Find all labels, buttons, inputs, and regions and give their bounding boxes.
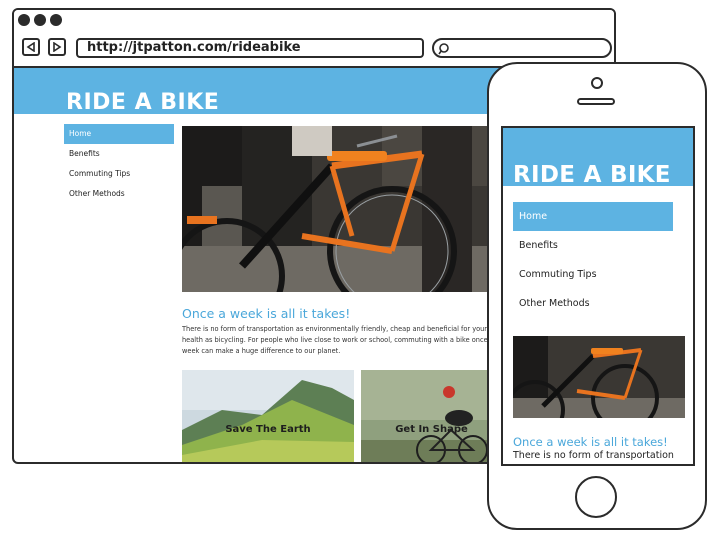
home-button[interactable] [575, 476, 617, 518]
camera-icon [591, 77, 603, 89]
nav-item-commuting-tips[interactable]: Commuting Tips [64, 164, 174, 184]
browser-search-field[interactable] [432, 38, 612, 58]
mobile-nav-item-commuting-tips[interactable]: Commuting Tips [513, 260, 673, 289]
card-label: Save The Earth [225, 424, 311, 435]
mobile-hero-image [513, 336, 685, 418]
mobile-site-title: RIDE A BIKE [513, 162, 671, 188]
nav-item-other-methods[interactable]: Other Methods [64, 184, 174, 204]
site-title: RIDE A BIKE [66, 90, 220, 115]
search-icon [438, 43, 449, 55]
card-get-in-shape[interactable]: Get In Shape [361, 370, 502, 462]
nav-item-benefits[interactable]: Benefits [64, 144, 174, 164]
window-dot-icon[interactable] [18, 14, 30, 26]
mobile-section-headline: Once a week is all it takes! [513, 435, 668, 449]
window-dot-icon[interactable] [34, 14, 46, 26]
forward-button[interactable] [48, 38, 66, 56]
address-bar[interactable]: http://jtpatton.com/rideabike [76, 38, 424, 58]
mobile-nav-item-benefits[interactable]: Benefits [513, 231, 673, 260]
phone-mockup: RIDE A BIKE Home Benefits Commuting Tips… [487, 62, 707, 530]
mobile-nav-item-other-methods[interactable]: Other Methods [513, 289, 673, 318]
mobile-site-header: RIDE A BIKE [503, 128, 693, 188]
window-dot-icon[interactable] [50, 14, 62, 26]
mobile-nav: Home Benefits Commuting Tips Other Metho… [513, 202, 673, 318]
speaker-icon [577, 98, 615, 105]
intro-paragraph: There is no form of transportation as en… [182, 325, 494, 355]
section-headline: Once a week is all it takes! [182, 306, 351, 321]
back-button[interactable] [22, 38, 40, 56]
mobile-intro-paragraph: There is no form of transportation [513, 450, 674, 461]
back-arrow-icon [26, 42, 35, 52]
hero-image [182, 126, 502, 292]
card-save-the-earth[interactable]: Save The Earth [182, 370, 354, 462]
side-nav: Home Benefits Commuting Tips Other Metho… [64, 124, 174, 204]
mobile-nav-item-home[interactable]: Home [513, 202, 673, 231]
nav-item-home[interactable]: Home [64, 124, 174, 144]
card-label: Get In Shape [395, 424, 468, 435]
phone-screen: RIDE A BIKE Home Benefits Commuting Tips… [501, 126, 695, 466]
forward-arrow-icon [53, 42, 62, 52]
browser-chrome: http://jtpatton.com/rideabike [14, 10, 614, 68]
